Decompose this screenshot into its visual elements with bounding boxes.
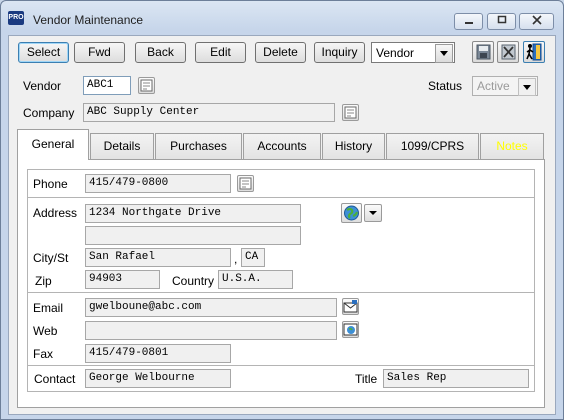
map-button[interactable] [341,203,362,223]
company-lookup-button[interactable] [342,104,359,121]
country-field[interactable]: U.S.A. [218,270,293,289]
zip-field[interactable]: 94903 [85,270,160,289]
back-label: Back [147,45,174,59]
communication-group: Email gwelboune@abc.com Web Fax 415/479-… [27,292,535,366]
tab-1099-cprs-label: 1099/CPRS [400,139,465,153]
contact-label: Contact [34,372,76,386]
address-label: Address [33,206,78,220]
web-field[interactable] [85,321,337,340]
tab-general[interactable]: General [17,129,89,160]
inquiry-label: Inquiry [321,45,358,59]
tab-details-label: Details [103,139,141,153]
title-field[interactable]: Sales Rep [383,369,529,388]
save-icon [476,44,491,60]
tab-history[interactable]: History [322,133,385,159]
edit-button[interactable]: Edit [195,42,246,63]
tab-notes[interactable]: Notes [480,133,544,159]
web-label: Web [33,324,58,338]
contact-field[interactable]: George Welbourne [85,369,231,388]
general-tab-panel: Phone 415/479-0800 Address 1234 Northgat… [17,159,545,408]
back-button[interactable]: Back [135,42,186,63]
map-options-dropdown[interactable] [364,204,382,222]
select-label: Select [26,45,61,59]
city-state-separator: , [234,252,238,266]
save-button[interactable] [472,41,494,63]
company-field[interactable]: ABC Supply Center [83,103,335,122]
tab-history-label: History [334,139,373,153]
tab-general-label: General [31,137,75,151]
mode-select[interactable]: Vendor [371,42,455,63]
phone-group: Phone 415/479-0800 [27,169,535,198]
dropdown-arrow-icon [369,211,377,215]
title-label: Title [355,372,378,386]
cancel-icon [501,44,516,60]
phone-field[interactable]: 415/479-0800 [85,174,231,193]
tab-accounts[interactable]: Accounts [243,133,321,159]
status-value: Active [477,79,510,93]
vendor-field[interactable]: ABC1 [83,76,131,95]
tab-notes-label: Notes [496,139,528,153]
tab-accounts-label: Accounts [257,139,307,153]
open-web-button[interactable] [342,321,359,338]
email-icon [343,300,358,313]
globe-icon [344,205,359,221]
inquiry-button[interactable]: Inquiry [314,42,365,63]
minimize-icon [464,22,473,24]
lookup-icon [140,79,153,92]
maximize-icon [497,15,506,24]
address-line2-field[interactable] [85,226,301,245]
delete-label: Delete [263,45,298,59]
dropdown-arrow-icon[interactable] [518,78,536,96]
fwd-button[interactable]: Fwd [74,42,125,63]
tab-1099-cprs[interactable]: 1099/CPRS [386,133,479,159]
tab-purchases[interactable]: Purchases [155,133,242,159]
status-label: Status [428,79,463,93]
fwd-label: Fwd [88,45,111,59]
contact-group: Contact George Welbourne Title Sales Rep [27,365,535,392]
fax-field[interactable]: 415/479-0801 [85,344,231,363]
company-label: Company [23,106,75,120]
dropdown-arrow-icon[interactable] [435,44,453,63]
title-bar: PRO Vendor Maintenance [0,0,562,36]
status-select[interactable]: Active [472,76,538,96]
tab-purchases-label: Purchases [170,139,227,153]
cancel-button[interactable] [497,41,519,63]
web-link-icon [343,323,358,336]
edit-label: Edit [210,45,231,59]
lookup-icon [239,177,252,190]
window-title: Vendor Maintenance [33,13,144,27]
client-area: Select Fwd Back Edit Delete Inquiry Vend… [8,35,556,415]
exit-button[interactable] [523,41,545,63]
select-button[interactable]: Select [18,42,69,63]
fax-label: Fax [33,347,54,361]
delete-button[interactable]: Delete [255,42,306,63]
vendor-lookup-button[interactable] [138,77,155,94]
vendor-label: Vendor [23,79,62,93]
email-label: Email [33,301,64,315]
close-icon [531,15,542,25]
phone-label: Phone [33,177,68,191]
exit-icon [526,43,542,61]
address-line1-field[interactable]: 1234 Northgate Drive [85,204,301,223]
zip-label: Zip [35,274,52,288]
app-logo-icon: PRO [8,11,24,25]
country-label: Country [172,274,215,288]
maximize-button[interactable] [487,13,516,30]
minimize-button[interactable] [454,13,483,30]
send-email-button[interactable] [342,298,359,315]
tab-details[interactable]: Details [90,133,154,159]
address-group: Address 1234 Northgate Drive City/St San… [27,197,535,293]
email-field[interactable]: gwelboune@abc.com [85,298,337,317]
mode-select-value: Vendor [376,46,415,60]
city-field[interactable]: San Rafael [85,248,231,267]
state-field[interactable]: CA [241,248,265,267]
city-state-label: City/St [33,251,69,265]
lookup-icon [344,106,357,119]
phone-lookup-button[interactable] [237,175,254,192]
close-button[interactable] [519,13,554,30]
